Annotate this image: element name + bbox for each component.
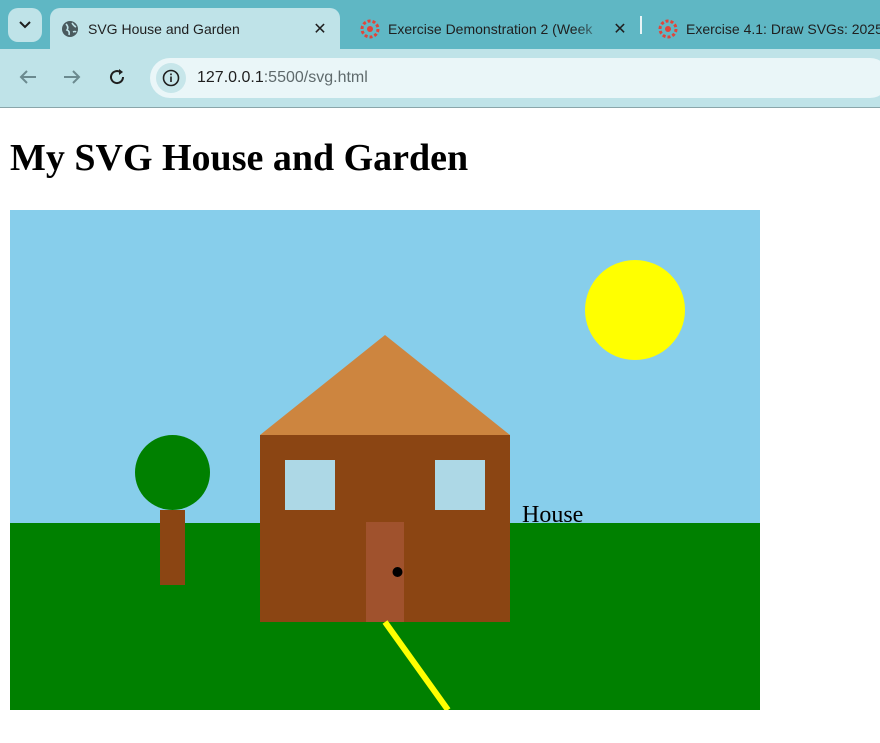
globe-icon	[60, 19, 80, 39]
house-label: House	[522, 502, 583, 528]
lms-logo-icon	[360, 19, 380, 39]
chevron-down-icon	[19, 21, 31, 29]
close-tab-icon[interactable]: ✕	[608, 17, 632, 41]
site-info-button[interactable]	[156, 63, 186, 93]
lms-logo-icon	[658, 19, 678, 39]
house-garden-scene: House	[10, 210, 760, 710]
url-path: :5500/svg.html	[263, 69, 368, 86]
tab-divider	[640, 16, 642, 34]
tab-strip: SVG House and Garden ✕ Exercise Demonstr…	[0, 0, 880, 49]
forward-button[interactable]	[58, 63, 86, 91]
close-tab-icon[interactable]: ✕	[308, 17, 332, 41]
tab-title: Exercise Demonstration 2 (Week	[388, 20, 593, 37]
reload-button[interactable]	[103, 63, 131, 91]
browser-toolbar: 127.0.0.1:5500/svg.html	[0, 49, 880, 108]
right-window	[435, 460, 485, 510]
tab-search-button[interactable]	[8, 8, 42, 42]
tab-title: Exercise 4.1: Draw SVGs: 2025	[686, 20, 880, 37]
page-title: My SVG House and Garden	[10, 137, 469, 179]
tab-svg-house[interactable]: SVG House and Garden ✕	[50, 8, 340, 49]
url-text: 127.0.0.1:5500/svg.html	[197, 69, 368, 87]
back-button[interactable]	[14, 63, 42, 91]
sun	[585, 260, 685, 360]
forward-arrow-icon	[64, 70, 81, 84]
tab-exercise-demonstration[interactable]: Exercise Demonstration 2 (Week ✕	[350, 8, 640, 49]
tab-exercise-4-1[interactable]: Exercise 4.1: Draw SVGs: 2025	[648, 8, 880, 49]
tree-top	[135, 435, 210, 510]
reload-icon	[110, 69, 125, 85]
back-arrow-icon	[19, 70, 36, 84]
info-icon	[162, 69, 180, 87]
tab-title: SVG House and Garden	[88, 20, 240, 37]
url-host: 127.0.0.1	[197, 69, 264, 86]
tree-trunk	[160, 510, 185, 585]
address-bar[interactable]: 127.0.0.1:5500/svg.html	[150, 58, 880, 98]
left-window	[285, 460, 335, 510]
doorknob	[392, 567, 403, 577]
